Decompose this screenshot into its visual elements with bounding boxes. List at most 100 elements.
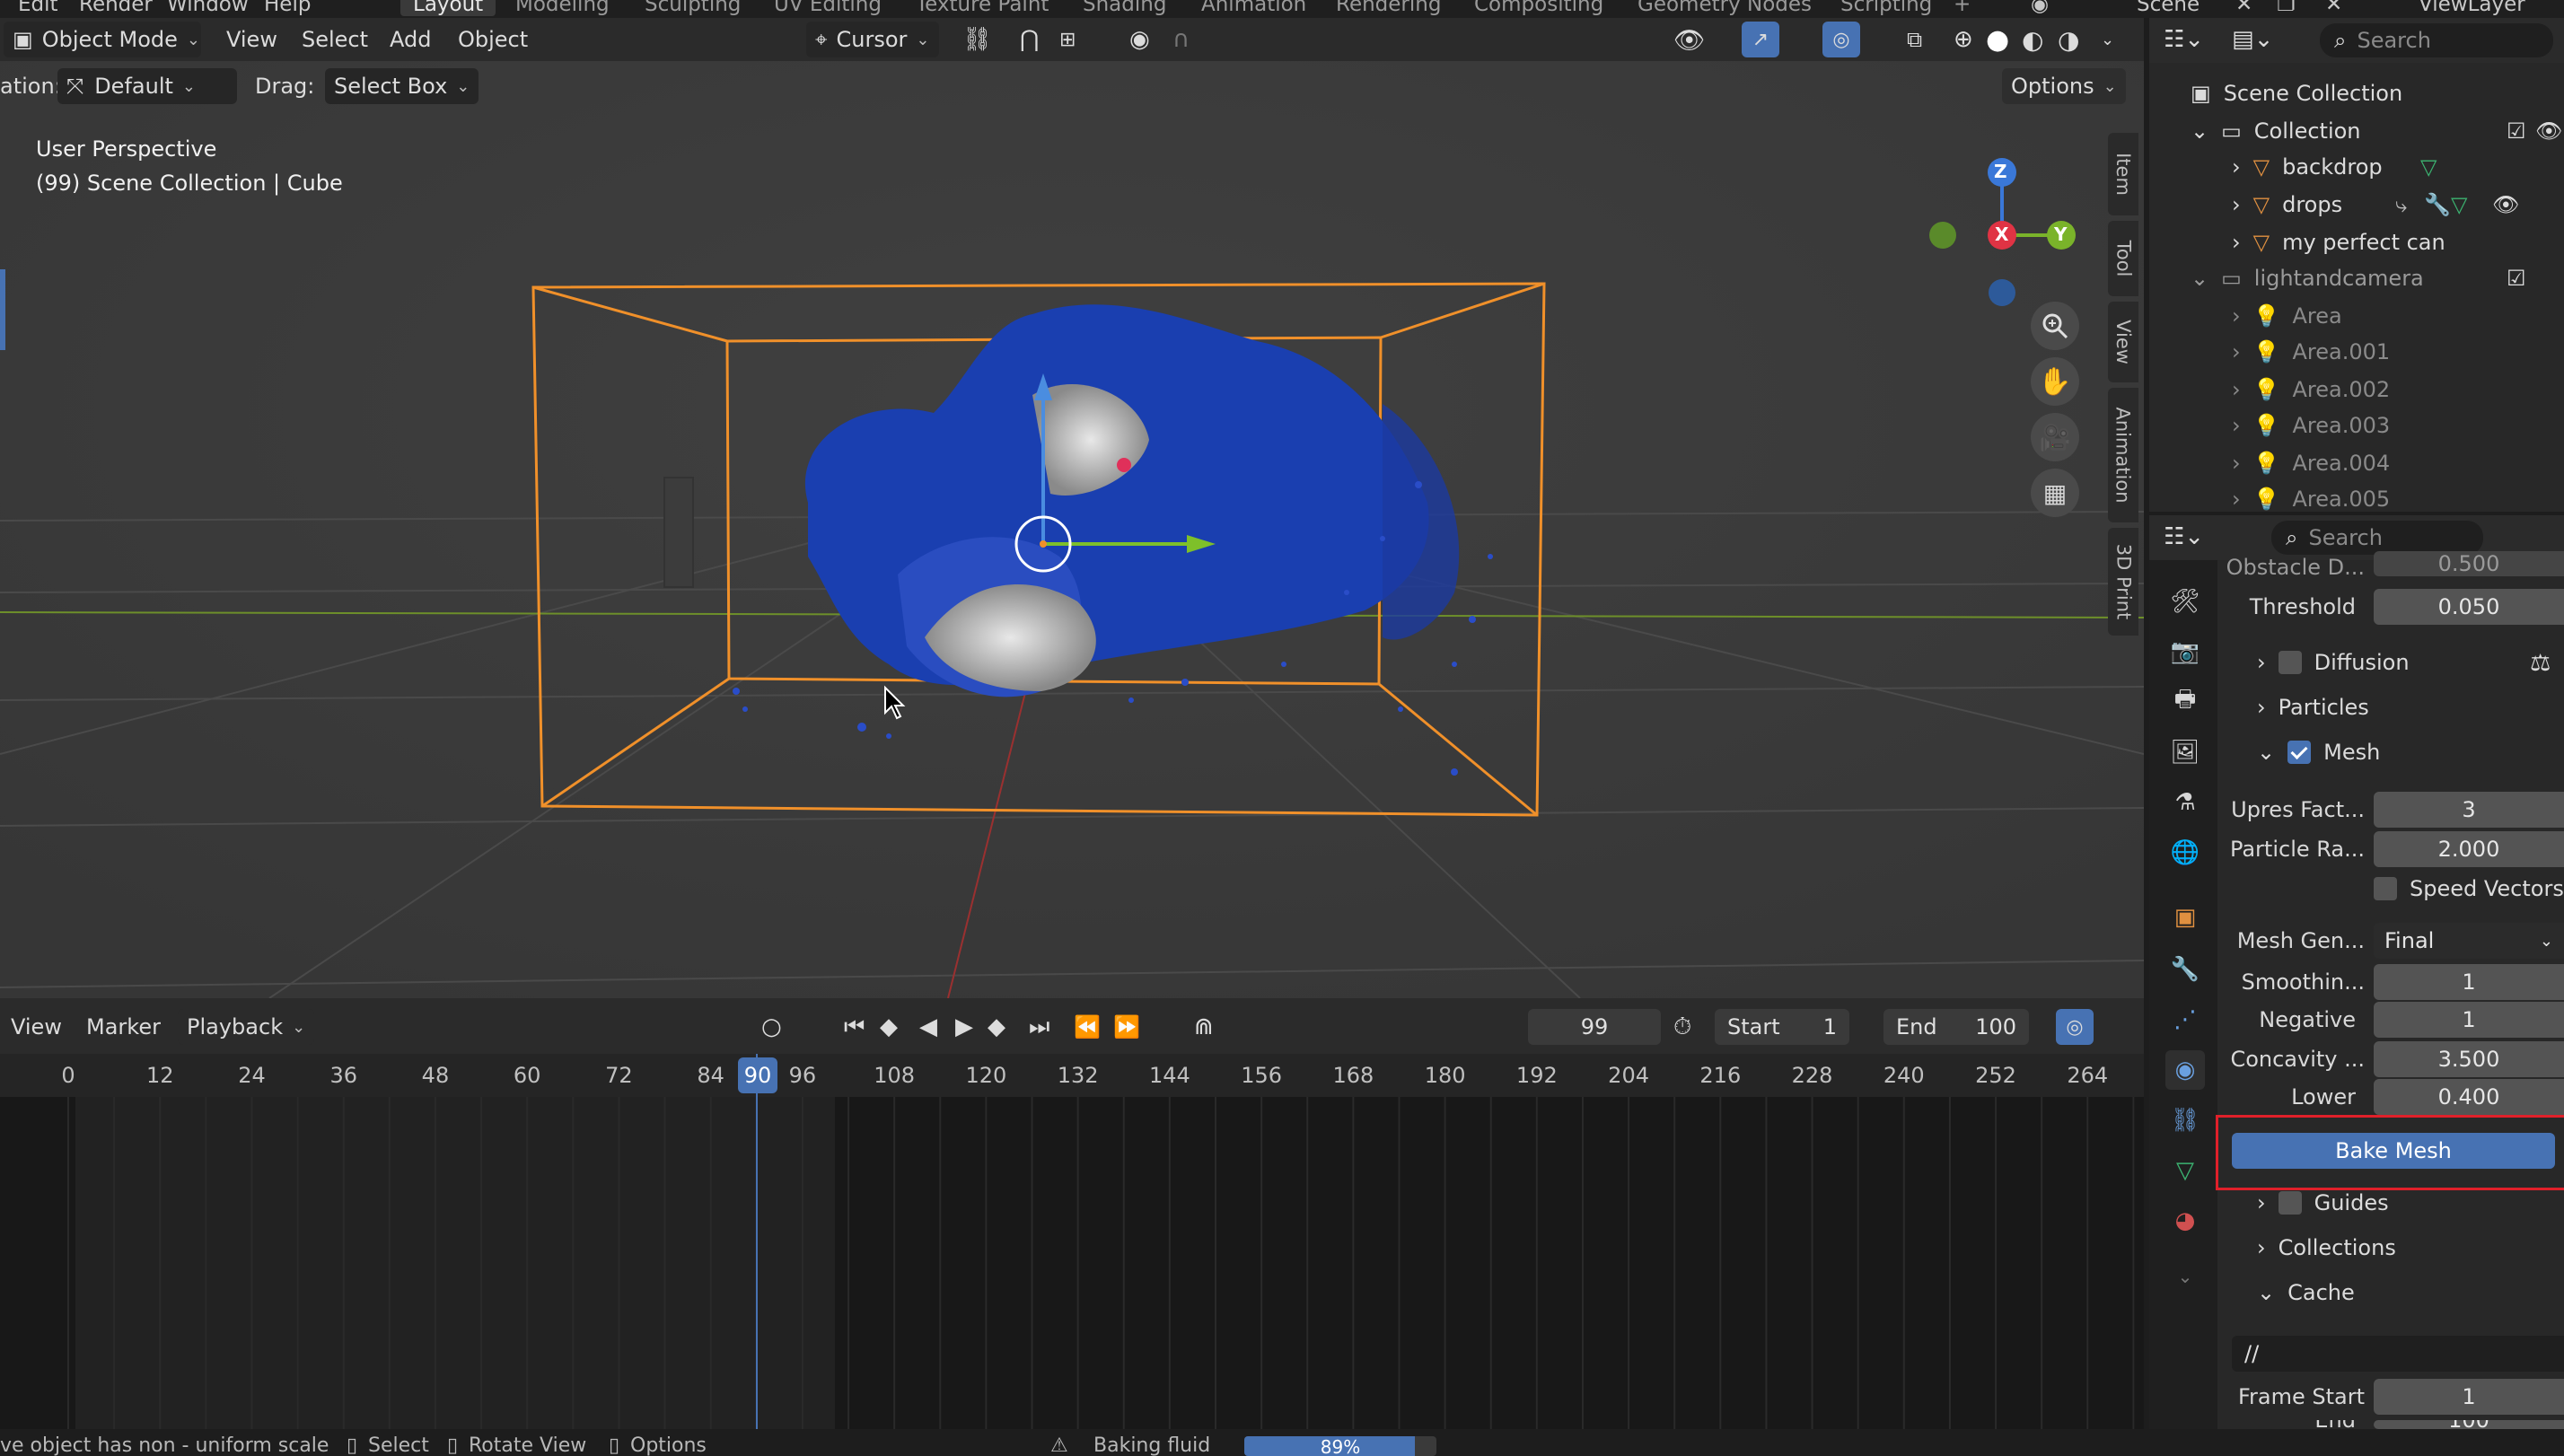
cache-section[interactable]: ⌄ Cache [2257,1280,2355,1305]
copy-icon[interactable]: ❐ [2277,0,2296,16]
material-shading-icon[interactable]: ◐ [2022,22,2043,57]
diffusion-checkbox[interactable] [2278,651,2302,674]
editor-type-icon[interactable]: ☷⌄ [2164,519,2204,555]
tab-rendering[interactable]: Rendering [1336,0,1441,16]
prev-keyframe-icon[interactable]: ◆ [880,1009,898,1045]
xray-icon[interactable]: ⧉ [1907,22,1922,57]
next-jump-icon[interactable]: ⏩ [1113,1009,1140,1045]
outliner-item-area-002[interactable]: › 💡 Area.002 [2232,372,2390,408]
snap-icon[interactable]: ⛓ [962,22,992,57]
outliner-item-drops[interactable]: › ▽ drops ⤷ 🔧 ▽ 👁 [2232,187,2564,223]
tab-layout[interactable]: Layout [400,0,496,16]
menu-object[interactable]: Object [458,22,528,57]
more-tabs-icon[interactable]: ⌄ [2165,1257,2205,1296]
proportional-edit-icon[interactable]: ◉ [1129,22,1150,57]
negative-field[interactable]: 1 [2374,1002,2564,1038]
scene-collection-row[interactable]: ▣ Scene Collection [2191,75,2402,111]
tab-uv-editing[interactable]: UV Editing [774,0,882,16]
3d-viewport[interactable]: ▣ Object Mode ⌄ View Select Add Object ⌖… [0,18,2144,998]
next-keyframe-icon[interactable]: ◆ [988,1009,1005,1045]
outliner-search-input[interactable]: ⌕ Search [2320,23,2553,57]
mesh-section[interactable]: ⌄ Mesh [2257,740,2380,765]
smoothing-field[interactable]: 1 [2374,964,2564,1000]
camera-view-icon[interactable]: 🎥 [2031,413,2079,461]
render-tab-icon[interactable]: 📷 [2165,632,2205,671]
jump-start-icon[interactable]: ⏮ [844,1009,865,1045]
outliner-item-area[interactable]: › 💡 Area [2232,298,2342,334]
falloff-icon[interactable]: ∩ [1172,22,1190,57]
menu-window[interactable]: Window [167,0,249,16]
play-icon[interactable]: ▶ [955,1009,973,1045]
mode-dropdown[interactable]: ▣ Object Mode ⌄ [4,22,201,57]
playback-dropdown[interactable]: Playback ⌄ [178,1009,315,1045]
collection-row-lightandcamera[interactable]: ⌄ ▭ lightandcamera ☑ [2191,260,2564,296]
outliner-item-area-004[interactable]: › 💡 Area.004 [2232,445,2390,481]
outliner-item-area-005[interactable]: › 💡 Area.005 [2232,481,2390,512]
mesh-generator-dropdown[interactable]: Final ⌄ [2374,923,2564,959]
checkbox-icon[interactable]: ☑ [2507,266,2526,291]
frame-ruler[interactable]: 0 12 24 36 48 60 72 84 96 108 120 132 144 156 168 180 19… [0,1054,2144,1097]
tab-texture-paint[interactable]: Texture Paint [916,0,1049,16]
frame-start-field[interactable]: 1 [2374,1379,2564,1415]
sidebar-tab-tool[interactable]: Tool [2108,221,2138,296]
collection-row[interactable]: ⌄ ▭ Collection ☑ 👁 [2191,113,2564,149]
speed-vectors-option[interactable]: Speed Vectors [2374,876,2564,901]
output-tab-icon[interactable]: 🖶 [2165,682,2205,722]
concavity-field[interactable]: 3.500 [2374,1041,2564,1077]
eye-icon[interactable]: 👁 [2535,118,2562,144]
tab-animation[interactable]: Animation [1201,0,1306,16]
scene-name[interactable]: Scene [2137,0,2200,16]
menu-add[interactable]: Add [390,22,431,57]
timeline-view-toggle-icon[interactable]: ◎ [2056,1009,2094,1045]
cache-path-input[interactable]: // [2232,1336,2564,1372]
particles-section[interactable]: › Particles [2257,695,2369,720]
keyframe-area[interactable] [0,1097,2144,1429]
shading-options-icon[interactable]: ⌄ [2101,22,2114,57]
visibility-eye-icon[interactable]: 👁 [1673,22,1706,57]
overlay-toggle-icon[interactable]: ◎ [1822,22,1860,57]
collections-section[interactable]: › Collections [2257,1235,2396,1260]
rendered-shading-icon[interactable]: ◑ [2058,22,2079,57]
record-icon[interactable]: ○ [761,1009,782,1045]
guides-section[interactable]: › Guides [2257,1190,2389,1215]
close-scene-icon[interactable]: ✕ [2235,0,2252,16]
gizmo-toggle-icon[interactable]: ↗ [1742,22,1779,57]
outliner-item-backdrop[interactable]: › ▽ backdrop ▽ [2232,149,2564,185]
frame-end-field[interactable]: 100 [2374,1420,2564,1429]
pan-hand-icon[interactable]: ✋ [2031,357,2079,406]
auto-keying-icon[interactable]: ⋒ [1194,1009,1214,1045]
eye-icon[interactable]: 👁 [2492,192,2519,217]
play-reverse-icon[interactable]: ◀ [919,1009,937,1045]
bake-mesh-button[interactable]: Bake Mesh [2232,1133,2555,1169]
tab-scripting[interactable]: Scripting [1840,0,1932,16]
side-object[interactable] [663,477,694,588]
tab-modeling[interactable]: Modeling [515,0,610,16]
guides-checkbox[interactable] [2278,1191,2302,1215]
tab-compositing[interactable]: Compositing [1474,0,1603,16]
tab-shading[interactable]: Shading [1083,0,1166,16]
close-icon[interactable]: ✕ [2325,0,2342,16]
drag-dropdown[interactable]: Select Box ⌄ [325,68,479,104]
sidebar-tab-animation[interactable]: Animation [2108,388,2138,522]
obstacle-field[interactable]: 0.500 [2374,551,2564,576]
display-mode-icon[interactable]: ☷⌄ [2164,22,2204,57]
filter-icon[interactable]: ▤⌄ [2232,22,2273,57]
options-dropdown[interactable]: Options ⌄ [2002,68,2126,104]
progress-bar[interactable]: 89% [1244,1436,1436,1456]
zoom-icon[interactable] [2031,302,2079,350]
snap-increment-icon[interactable]: ⊞ [1059,22,1076,57]
material-tab-icon[interactable]: ◕ [2165,1201,2205,1241]
menu-view[interactable]: View [226,22,277,57]
sidebar-tab-view[interactable]: View [2108,302,2138,382]
sidebar-tab-3d-print[interactable]: 3D Print [2108,528,2138,636]
lower-field[interactable]: 0.400 [2374,1079,2564,1115]
menu-edit[interactable]: Edit [18,0,58,16]
sidebar-tab-item[interactable]: Item [2108,133,2138,215]
threshold-field[interactable]: 0.050 [2374,589,2564,625]
diffusion-section[interactable]: › Diffusion [2257,650,2410,675]
checkbox-icon[interactable]: ☑ [2507,118,2526,144]
magnet-icon[interactable]: ⋂ [1020,22,1039,57]
start-frame-field[interactable]: Start 1 [1715,1009,1849,1045]
menu-render[interactable]: Render [79,0,153,16]
menu-select[interactable]: Select [302,22,368,57]
